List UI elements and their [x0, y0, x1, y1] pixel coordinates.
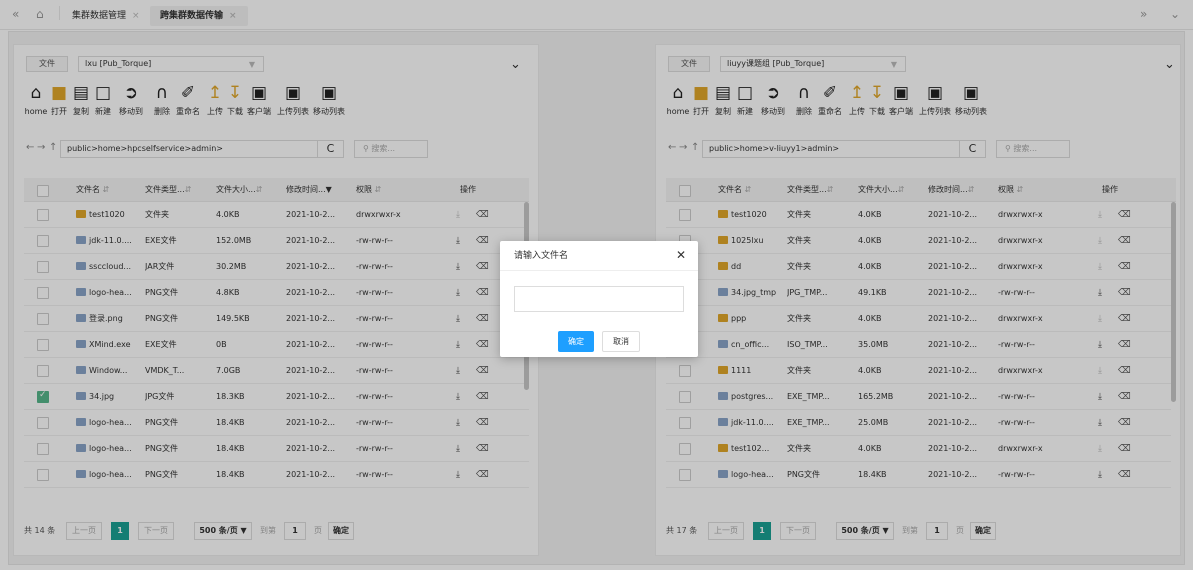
- dialog-title: 请输入文件名: [514, 251, 569, 261]
- close-icon[interactable]: ✕: [676, 249, 686, 261]
- filename-dialog: 请输入文件名 ✕ 确定 取消: [500, 241, 698, 357]
- dialog-header: 请输入文件名 ✕: [500, 241, 698, 271]
- confirm-button[interactable]: 确定: [558, 331, 594, 352]
- cancel-button[interactable]: 取消: [602, 331, 640, 352]
- filename-input[interactable]: [514, 286, 684, 312]
